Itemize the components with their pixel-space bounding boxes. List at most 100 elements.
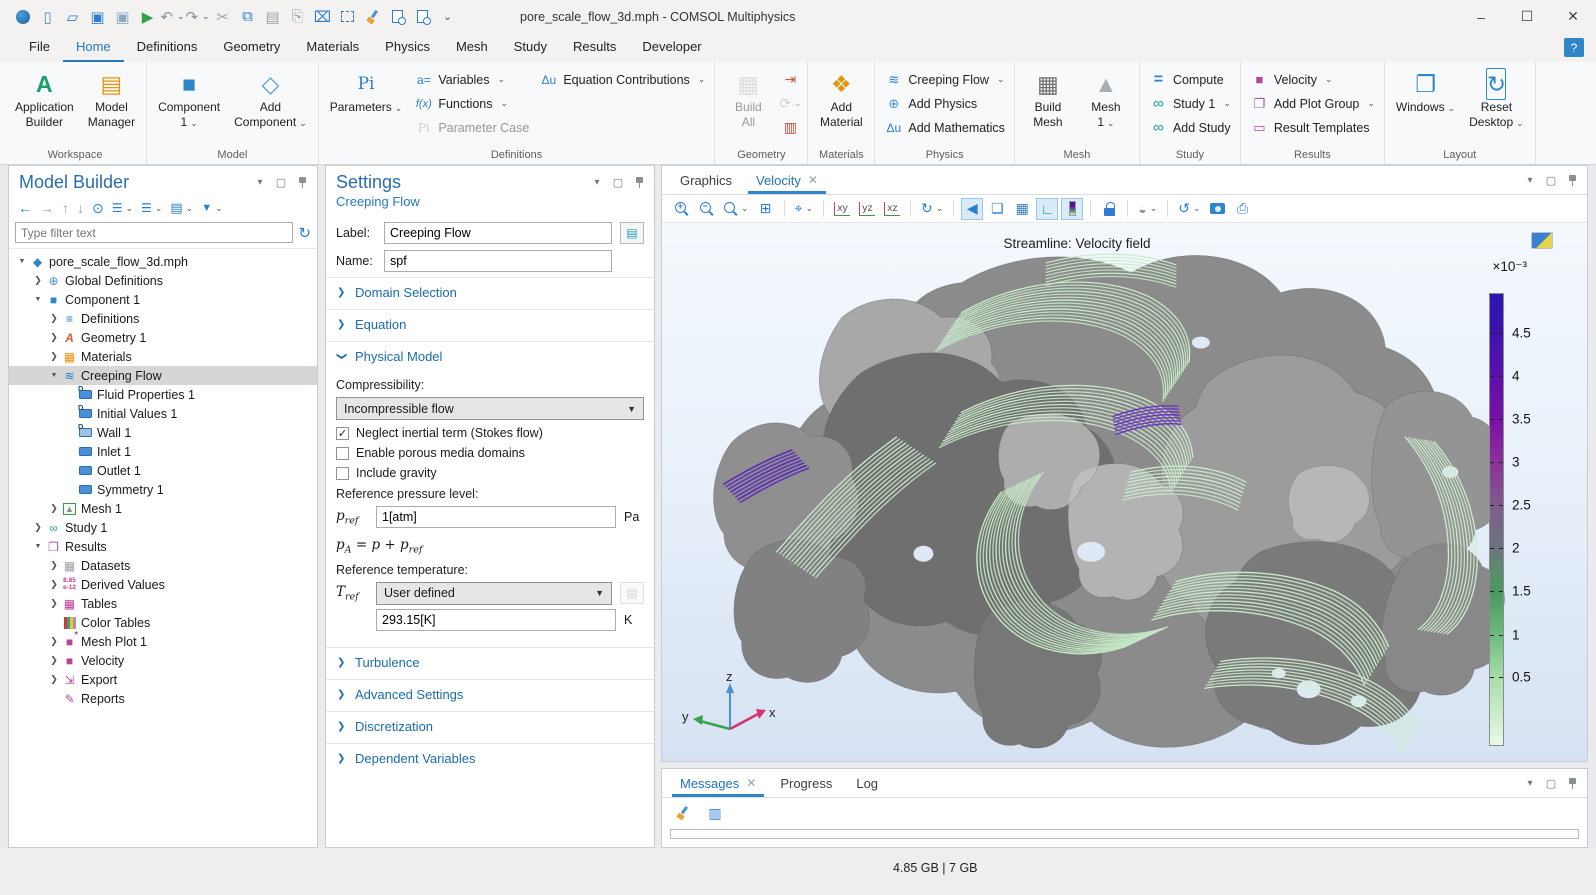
messages-output[interactable] xyxy=(670,829,1579,839)
model-manager-button[interactable]: ▤Model Manager xyxy=(82,65,141,148)
duplicate-button[interactable]: ⎘ xyxy=(285,5,310,29)
move-up-button[interactable]: ↑ xyxy=(59,198,72,218)
scene-light-button[interactable]: ◀ xyxy=(961,198,983,220)
panel-pin-button[interactable] xyxy=(632,176,646,190)
label-input[interactable] xyxy=(384,222,612,244)
chevron-right-icon[interactable]: ❯ xyxy=(47,332,61,343)
graphics-tab-velocity[interactable]: Velocity✕ xyxy=(744,166,830,194)
tree-item-symmetry-1[interactable]: Symmetry 1 xyxy=(9,480,317,499)
zoom-in-button[interactable]: + xyxy=(671,198,693,220)
copy-button[interactable]: ⧉ xyxy=(235,5,260,29)
equation-contributions-button[interactable]: ΔuEquation Contributions⌄ xyxy=(535,68,709,91)
chevron-right-icon[interactable]: ❯ xyxy=(47,579,61,590)
tree-item-outlet-1[interactable]: Outlet 1 xyxy=(9,461,317,480)
customize-toolbar-button[interactable]: ⌄ xyxy=(435,5,460,29)
chevron-down-icon[interactable]: ▼ xyxy=(15,258,29,265)
chevron-right-icon[interactable]: ❯ xyxy=(31,522,45,533)
tree-item-study-1[interactable]: ❯∞Study 1 xyxy=(9,518,317,537)
lock-view-button[interactable] xyxy=(1098,198,1120,220)
add-mathematics-button[interactable]: ΔuAdd Mathematics xyxy=(880,116,1009,139)
close-icon[interactable]: ✕ xyxy=(746,776,756,790)
section-header-turbulence[interactable]: ❯ Turbulence xyxy=(326,648,654,677)
tree-item-creeping-flow[interactable]: ▼≋Creeping Flow xyxy=(9,366,317,385)
transparency-button[interactable]: ❏ xyxy=(986,198,1008,220)
chevron-down-icon[interactable]: ▼ xyxy=(47,372,61,379)
build-mesh-button[interactable]: ▦Build Mesh xyxy=(1020,65,1076,148)
add-component-button[interactable]: ◇Add Component⌄ xyxy=(228,65,313,148)
build-all-button[interactable]: ▦Build All xyxy=(720,65,776,148)
tree-item-component-1[interactable]: ▼■Component 1 xyxy=(9,290,317,309)
messages-tab-log[interactable]: Log xyxy=(844,769,890,797)
new-file-button[interactable]: ▯ xyxy=(35,5,60,29)
refresh-icon[interactable]: ↻ xyxy=(298,224,311,242)
chevron-right-icon[interactable]: ❯ xyxy=(47,560,61,571)
tree-item-fluid-properties-1[interactable]: Fluid Properties 1 xyxy=(9,385,317,404)
add-study-button[interactable]: ∞Add Study xyxy=(1145,116,1235,139)
forward-button[interactable]: → xyxy=(37,198,57,218)
rebuild-button[interactable]: ⟳⌄ xyxy=(778,92,802,115)
minimize-button[interactable]: – xyxy=(1458,0,1504,33)
section-header-equation[interactable]: ❯ Equation xyxy=(326,310,654,339)
maximize-button[interactable]: ☐ xyxy=(1504,0,1550,33)
checkbox-include-gravity[interactable] xyxy=(336,467,349,480)
chevron-right-icon[interactable]: ❯ xyxy=(47,351,61,362)
messages-tab-messages[interactable]: Messages✕ xyxy=(668,769,768,797)
tree-item-wall-1[interactable]: Wall 1 xyxy=(9,423,317,442)
chevron-right-icon[interactable]: ❯ xyxy=(47,598,61,609)
tree-item-materials[interactable]: ❯▦Materials xyxy=(9,347,317,366)
panel-float-button[interactable]: ▢ xyxy=(611,176,625,190)
pref-input[interactable] xyxy=(376,506,616,528)
print-button[interactable]: ⎙ xyxy=(1232,198,1254,220)
tref-input[interactable] xyxy=(376,609,616,631)
expand-all-button[interactable]: ☰⌄ xyxy=(109,198,136,218)
tref-select[interactable]: User defined ▼ xyxy=(376,582,612,605)
add-material-button[interactable]: ❖Add Material xyxy=(813,65,869,148)
tree-item-global-definitions[interactable]: ❯⊕Global Definitions xyxy=(9,271,317,290)
filter-button[interactable]: ▼⌄ xyxy=(198,198,225,218)
menu-study[interactable]: Study xyxy=(501,33,560,62)
clear-messages-button[interactable] xyxy=(672,802,694,824)
yz-view-button[interactable]: yz xyxy=(856,198,878,220)
tree-item-mesh-1[interactable]: ❯▲Mesh 1 xyxy=(9,499,317,518)
panel-float-button[interactable]: ▢ xyxy=(1544,776,1558,790)
tree-item-inlet-1[interactable]: Inlet 1 xyxy=(9,442,317,461)
paste-button[interactable]: ▤ xyxy=(260,5,285,29)
chevron-down-icon[interactable]: ▼ xyxy=(31,296,45,303)
zoom-out-button[interactable]: − xyxy=(696,198,718,220)
section-header-domain-selection[interactable]: ❯ Domain Selection xyxy=(326,278,654,307)
collapse-all-button[interactable]: ☰⌄ xyxy=(138,198,165,218)
menu-file[interactable]: File xyxy=(16,33,63,62)
import-button[interactable]: ⇥ xyxy=(778,68,802,91)
panel-chevron-button[interactable]: ▾ xyxy=(253,176,267,190)
tree-item-initial-values-1[interactable]: Initial Values 1 xyxy=(9,404,317,423)
tree-item-datasets[interactable]: ❯▦Datasets xyxy=(9,556,317,575)
panel-pin-button[interactable] xyxy=(1565,173,1579,187)
reset-desktop-button[interactable]: ↻Reset Desktop⌄ xyxy=(1463,65,1530,148)
add-physics-button[interactable]: ⊕Add Physics xyxy=(880,92,1009,115)
checkbox-enable-porous-media-domains[interactable] xyxy=(336,447,349,460)
functions-button[interactable]: f(x)Functions⌄ xyxy=(410,92,533,115)
menu-materials[interactable]: Materials xyxy=(293,33,372,62)
panel-chevron-button[interactable]: ▾ xyxy=(1523,776,1537,790)
run-button[interactable]: ▶ xyxy=(135,5,160,29)
chevron-right-icon[interactable]: ❯ xyxy=(47,674,61,685)
checkbox-neglect-inertial-term-stokes-flow[interactable]: ✓ xyxy=(336,427,349,440)
rotate-button[interactable]: ↻⌄ xyxy=(918,198,946,220)
menu-physics[interactable]: Physics xyxy=(372,33,443,62)
move-down-button[interactable]: ↓ xyxy=(74,198,87,218)
chevron-right-icon[interactable]: ❯ xyxy=(47,313,61,324)
update-plot-button[interactable]: ↺⌄ xyxy=(1175,198,1203,220)
help-button[interactable]: ? xyxy=(1564,38,1584,57)
compressibility-select[interactable]: Incompressible flow ▼ xyxy=(336,397,644,420)
tree-item-reports[interactable]: ✎Reports xyxy=(9,689,317,708)
study-1-button[interactable]: ∞Study 1⌄ xyxy=(1145,92,1235,115)
cut-button[interactable]: ✂ xyxy=(210,5,235,29)
graphics-canvas[interactable]: Streamline: Velocity field xyxy=(662,223,1587,761)
filter-input[interactable] xyxy=(15,222,293,243)
application-builder-button[interactable]: AApplication Builder xyxy=(9,65,80,148)
menu-results[interactable]: Results xyxy=(560,33,629,62)
chevron-right-icon[interactable]: ❯ xyxy=(47,655,61,666)
parameter-case-button[interactable]: PiParameter Case xyxy=(410,116,533,139)
show-button[interactable]: ⊙ xyxy=(89,198,107,218)
parameters-button[interactable]: PiParameters⌄ xyxy=(324,65,409,148)
